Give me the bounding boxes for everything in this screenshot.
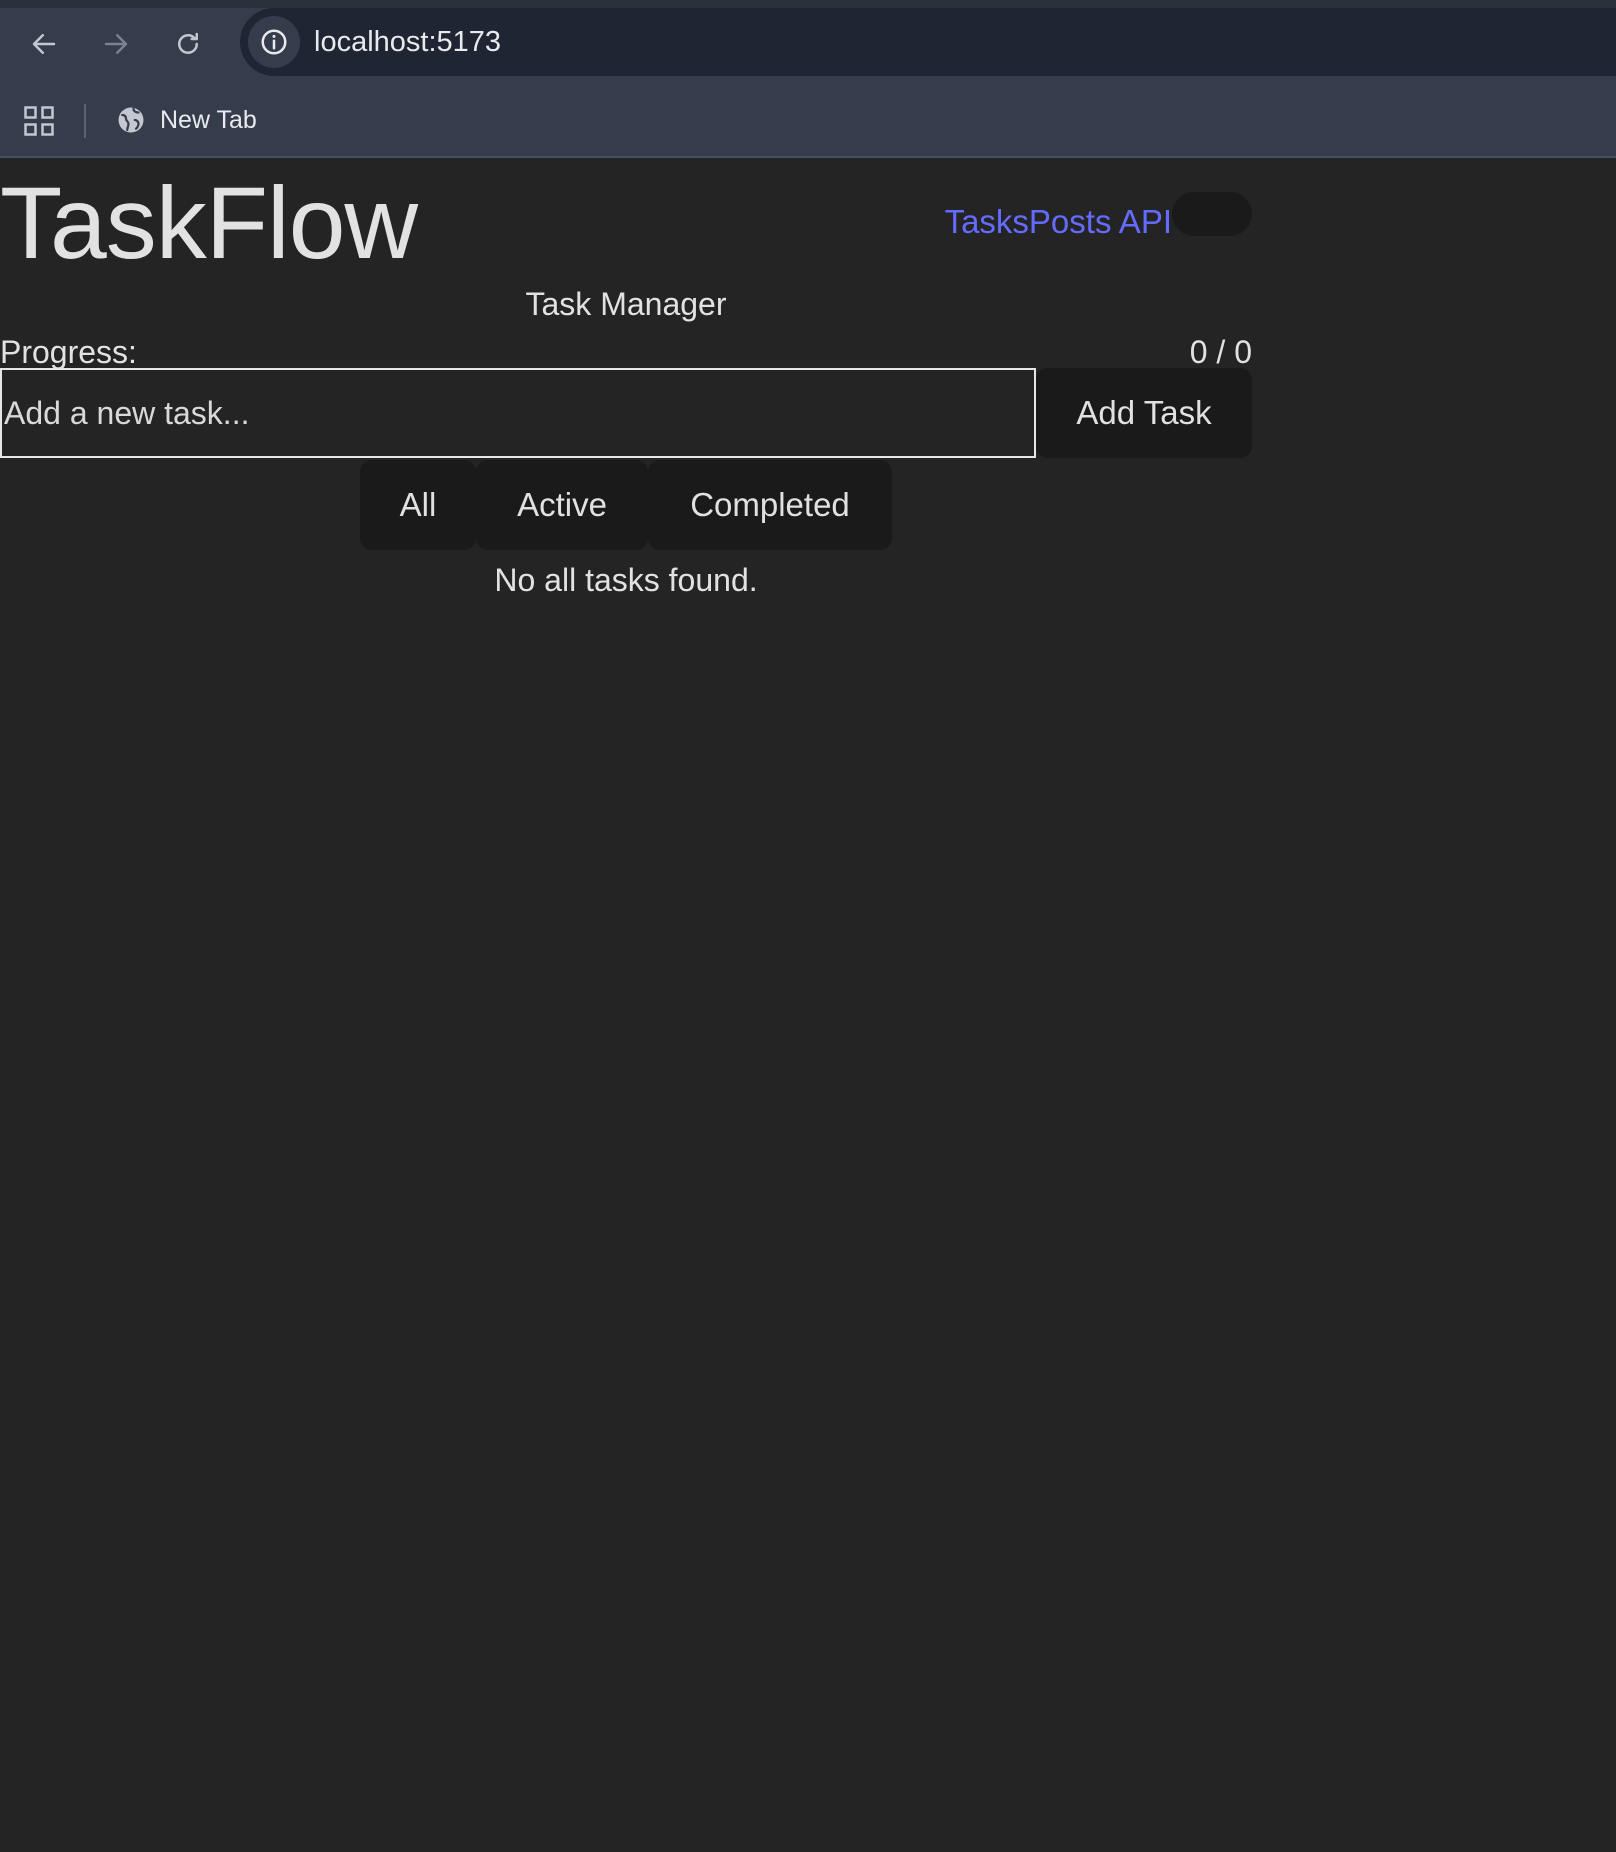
window-top-strip xyxy=(0,0,1616,8)
filter-all-button[interactable]: All xyxy=(360,460,476,550)
empty-state-message: No all tasks found. xyxy=(494,562,758,598)
address-bar[interactable]: localhost:5173 xyxy=(240,8,1616,76)
browser-chrome: localhost:5173 New Tab xyxy=(0,0,1616,158)
progress-label: Progress: xyxy=(0,333,137,370)
url-text[interactable]: localhost:5173 xyxy=(314,8,501,76)
add-task-button[interactable]: Add Task xyxy=(1036,368,1252,458)
new-task-input[interactable] xyxy=(0,368,1036,458)
info-icon xyxy=(261,29,287,55)
page-viewport: TaskFlow Tasks Posts API Task Manager Pr… xyxy=(0,158,1616,1852)
nav-link-posts-api[interactable]: Posts API xyxy=(1029,203,1172,241)
forward-button[interactable] xyxy=(90,18,142,70)
top-nav: Tasks Posts API xyxy=(945,194,1172,250)
nav-link-tasks[interactable]: Tasks xyxy=(945,203,1029,241)
arrow-right-icon xyxy=(104,34,128,54)
filter-active-button[interactable]: Active xyxy=(476,460,648,550)
bookmarks-bar: New Tab xyxy=(0,80,1616,158)
site-info-button[interactable] xyxy=(248,16,300,68)
apps-grid-icon[interactable] xyxy=(24,106,54,136)
bookmark-new-tab[interactable]: New Tab xyxy=(116,94,267,146)
app-title: TaskFlow xyxy=(0,166,418,280)
progress-value: 0 / 0 xyxy=(1189,333,1252,370)
arrow-left-icon xyxy=(32,34,56,54)
theme-toggle-button[interactable] xyxy=(1172,192,1252,236)
filter-completed-button[interactable]: Completed xyxy=(648,460,892,550)
globe-icon xyxy=(118,107,144,133)
add-task-form: Add Task xyxy=(0,368,1252,458)
bookmarks-divider xyxy=(84,104,86,138)
back-button[interactable] xyxy=(18,18,70,70)
reload-button[interactable] xyxy=(162,18,214,70)
filter-group: All Active Completed xyxy=(360,460,892,550)
bookmark-label: New Tab xyxy=(160,105,257,134)
reload-icon xyxy=(178,32,198,54)
